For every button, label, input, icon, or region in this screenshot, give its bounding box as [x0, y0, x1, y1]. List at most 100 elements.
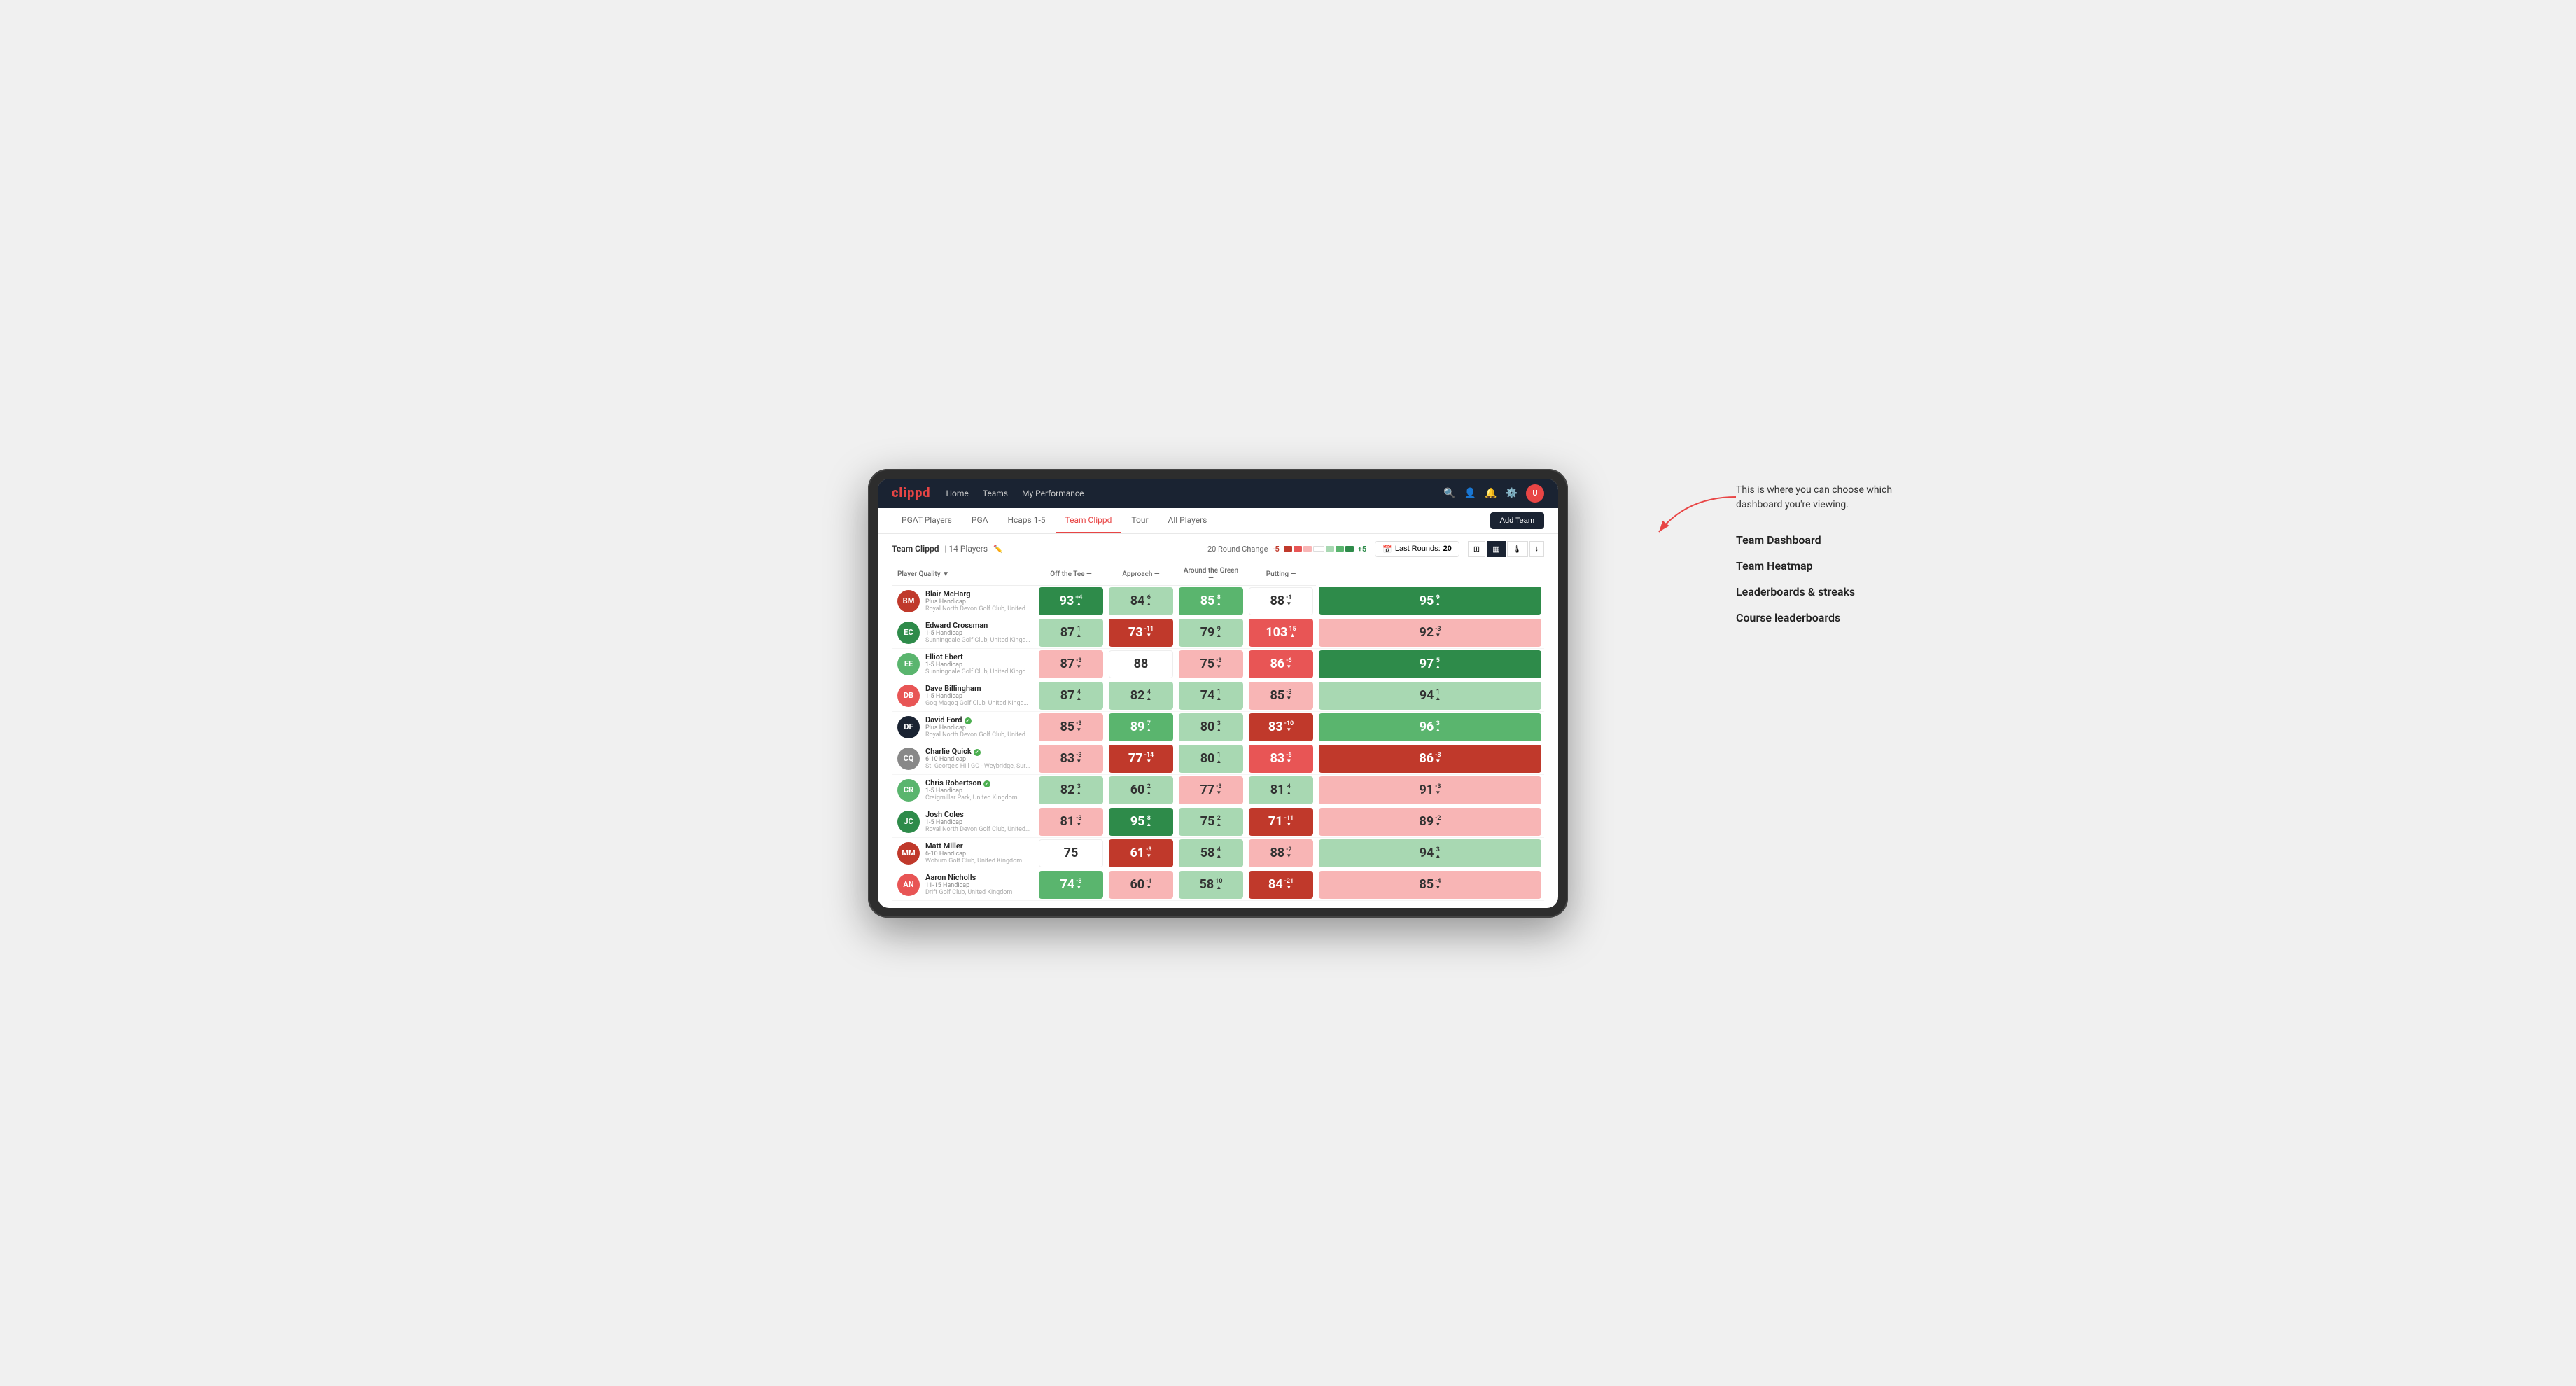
score-delta: 4▲ [1216, 847, 1222, 859]
add-team-button[interactable]: Add Team [1490, 512, 1544, 529]
score-delta: -3▼ [1286, 690, 1292, 701]
bell-icon[interactable]: 🔔 [1485, 488, 1497, 499]
score-cell-around: 71-11▼ [1246, 806, 1316, 837]
score-cell-off_tee: 846▲ [1106, 585, 1176, 617]
score-delta: 1▲ [1435, 690, 1441, 701]
player-club: Drift Golf Club, United Kingdom [925, 889, 1012, 896]
nav-link-home[interactable]: Home [944, 486, 969, 501]
verified-icon: ✓ [983, 780, 990, 788]
annotation-item-4: Course leaderboards [1736, 611, 1932, 624]
score-value: 75 [1200, 657, 1214, 671]
avatar[interactable]: U [1526, 484, 1544, 503]
player-cell-4[interactable]: DFDavid Ford✓Plus HandicapRoyal North De… [892, 711, 1036, 743]
view-heatmap-button[interactable]: 🌡 [1507, 541, 1528, 557]
player-club: Sunningdale Golf Club, United Kingdom [925, 668, 1030, 676]
score-cell-off_tee: 824▲ [1106, 680, 1176, 711]
score-cell-approach: 752▲ [1176, 806, 1246, 837]
col-header-off-tee: Off the Tee — [1036, 564, 1106, 586]
score-value: 94 [1420, 846, 1434, 860]
nav-link-myperformance[interactable]: My Performance [1021, 486, 1086, 501]
player-name: Edward Crossman [925, 621, 1030, 630]
nav-link-teams[interactable]: Teams [981, 486, 1009, 501]
player-cell-5[interactable]: CQCharlie Quick✓6-10 HandicapSt. George'… [892, 743, 1036, 774]
score-cell-quality: 85-3▼ [1036, 711, 1106, 743]
player-cell-6[interactable]: CRChris Robertson✓1-5 HandicapCraigmilla… [892, 774, 1036, 806]
person-icon[interactable]: 👤 [1464, 488, 1476, 499]
score-cell-approach: 803▲ [1176, 711, 1246, 743]
score-cell-approach: 801▲ [1176, 743, 1246, 774]
score-delta: 2▲ [1146, 784, 1152, 796]
tab-team-clippd[interactable]: Team Clippd [1056, 508, 1122, 533]
tab-pga[interactable]: PGA [962, 508, 998, 533]
player-cell-7[interactable]: JCJosh Coles1-5 HandicapRoyal North Devo… [892, 806, 1036, 837]
score-value: 97 [1420, 657, 1434, 671]
score-value: 60 [1130, 877, 1144, 892]
score-value: 95 [1420, 594, 1434, 608]
score-delta: 1▲ [1216, 690, 1222, 701]
page-wrapper: This is where you can choose which dashb… [868, 469, 1708, 918]
player-club: Royal North Devon Golf Club, United King… [925, 606, 1030, 612]
score-value: 58 [1200, 846, 1215, 860]
player-cell-1[interactable]: ECEdward Crossman1-5 HandicapSunningdale… [892, 617, 1036, 648]
player-club: Woburn Golf Club, United Kingdom [925, 858, 1022, 864]
score-delta: -2▼ [1435, 816, 1441, 827]
annotation-item-2: Team Heatmap [1736, 559, 1932, 573]
score-value: 86 [1270, 657, 1284, 671]
score-value: 89 [1419, 814, 1434, 829]
player-cell-2[interactable]: EEElliot Ebert1-5 HandicapSunningdale Go… [892, 648, 1036, 680]
score-value: 75 [1064, 846, 1079, 860]
score-cell-approach: 858▲ [1176, 585, 1246, 617]
player-name: Charlie Quick✓ [925, 747, 1030, 756]
search-icon[interactable]: 🔍 [1443, 488, 1455, 499]
view-list-button[interactable]: ⊞ [1468, 541, 1485, 557]
view-grid-button[interactable]: ▦ [1487, 541, 1505, 557]
score-value: 92 [1419, 625, 1434, 640]
score-value: 95 [1130, 814, 1145, 829]
edit-icon[interactable]: ✏️ [993, 545, 1003, 554]
player-handicap: 1-5 Handicap [925, 788, 1018, 794]
score-delta: -3▼ [1435, 626, 1441, 638]
table-row: DFDavid Ford✓Plus HandicapRoyal North De… [892, 711, 1544, 743]
score-delta: -1▼ [1286, 595, 1292, 607]
player-name: Aaron Nicholls [925, 873, 1012, 882]
tab-hcaps[interactable]: Hcaps 1-5 [997, 508, 1055, 533]
score-value: 88 [1270, 846, 1284, 860]
score-cell-approach: 741▲ [1176, 680, 1246, 711]
tab-pgat-players[interactable]: PGAT Players [892, 508, 962, 533]
player-avatar: AN [897, 874, 920, 896]
team-bar: Team Clippd | 14 Players ✏️ 20 Round Cha… [892, 541, 1544, 557]
tab-tour[interactable]: Tour [1121, 508, 1158, 533]
player-avatar: EE [897, 653, 920, 676]
top-nav: clippd Home Teams My Performance 🔍 👤 🔔 ⚙… [878, 479, 1558, 508]
score-value: 91 [1419, 783, 1434, 797]
player-club: St. George's Hill GC - Weybridge, Surrey… [925, 763, 1030, 770]
score-value: 83 [1060, 751, 1074, 766]
score-cell-around: 86-6▼ [1246, 648, 1316, 680]
score-cell-approach: 584▲ [1176, 837, 1246, 869]
table-row: ECEdward Crossman1-5 HandicapSunningdale… [892, 617, 1544, 648]
player-cell-0[interactable]: BMBlair McHargPlus HandicapRoyal North D… [892, 585, 1036, 617]
player-club: Royal North Devon Golf Club, United King… [925, 826, 1030, 833]
score-delta: 5▲ [1435, 658, 1441, 670]
score-delta: 3▲ [1216, 721, 1222, 733]
score-cell-putting: 91-3▼ [1316, 774, 1544, 806]
col-header-putting: Putting — [1246, 564, 1316, 586]
annotation-item-1: Team Dashboard [1736, 533, 1932, 547]
settings-icon[interactable]: ⚙️ [1506, 488, 1518, 499]
view-export-button[interactable]: ↓ [1530, 541, 1545, 557]
player-club: Sunningdale Golf Club, United Kingdom [925, 637, 1030, 644]
score-value: 96 [1420, 720, 1434, 734]
score-delta: -6▼ [1286, 658, 1292, 670]
player-cell-9[interactable]: ANAaron Nicholls11-15 HandicapDrift Golf… [892, 869, 1036, 900]
score-cell-putting: 975▲ [1316, 648, 1544, 680]
table-row: DBDave Billingham1-5 HandicapGog Magog G… [892, 680, 1544, 711]
annotation-panel: This is where you can choose which dashb… [1736, 483, 1932, 637]
team-name: Team Clippd [892, 544, 939, 554]
player-cell-8[interactable]: MMMatt Miller6-10 HandicapWoburn Golf Cl… [892, 837, 1036, 869]
score-cell-off_tee: 61-3▼ [1106, 837, 1176, 869]
last-rounds-button[interactable]: 📅 Last Rounds: 20 [1375, 541, 1460, 557]
tab-all-players[interactable]: All Players [1158, 508, 1217, 533]
score-cell-quality: 75 [1036, 837, 1106, 869]
score-value: 85 [1200, 594, 1215, 608]
player-cell-3[interactable]: DBDave Billingham1-5 HandicapGog Magog G… [892, 680, 1036, 711]
